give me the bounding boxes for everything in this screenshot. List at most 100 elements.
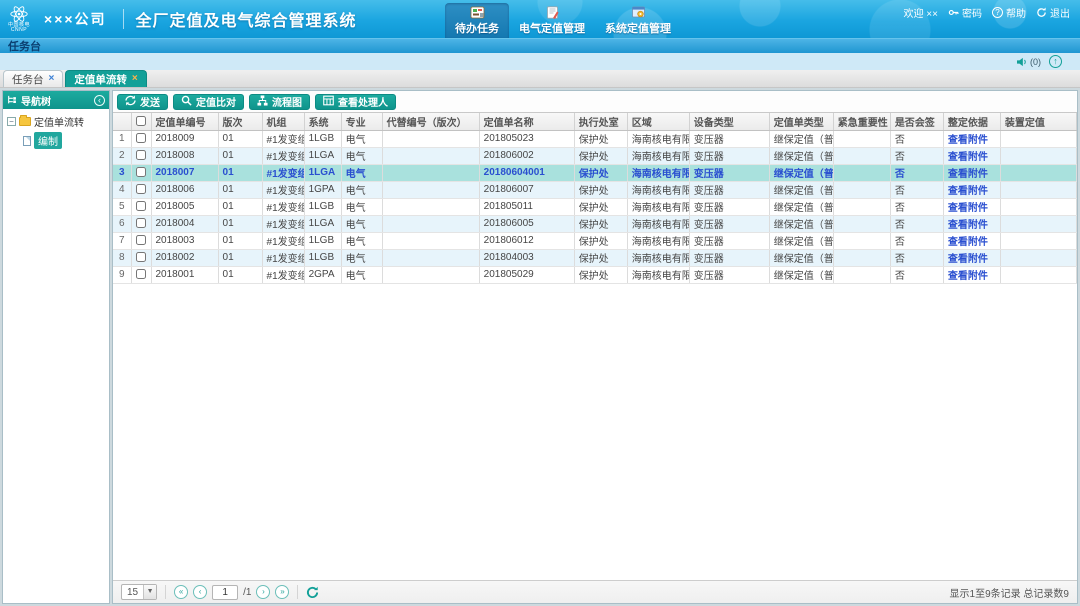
company-logo: 中国核电CNNP xyxy=(8,5,30,33)
tree-node-child[interactable]: 编制 xyxy=(23,132,105,149)
table-row[interactable]: 4201800601#1发变组1GPA电气201806007保护处海南核电有限公… xyxy=(113,181,1077,198)
定值比对-button[interactable]: 定值比对 xyxy=(173,94,244,110)
sound-notice-button[interactable]: (0) xyxy=(1016,57,1041,67)
row-number-cell: 7 xyxy=(113,232,131,249)
tab-定值单流转[interactable]: 定值单流转× xyxy=(65,70,146,87)
next-page-button[interactable]: › xyxy=(256,585,270,599)
tab-任务台[interactable]: 任务台 × xyxy=(3,70,63,87)
system-setting-icon xyxy=(631,6,646,19)
refresh-icon xyxy=(306,586,319,599)
cell-area: 海南核电有限公司 xyxy=(627,232,689,249)
cell-replace xyxy=(382,181,479,198)
view-attachment-link[interactable]: 查看附件 xyxy=(948,271,988,282)
cell-type: 继保定值（普通） xyxy=(769,198,833,215)
password-button[interactable]: 密码 xyxy=(948,5,982,20)
tree-icon xyxy=(7,95,17,105)
last-page-button[interactable]: » xyxy=(275,585,289,599)
first-page-button[interactable]: « xyxy=(174,585,188,599)
cell-unit: #1发变组 xyxy=(262,164,304,181)
total-pages-label: /1 xyxy=(243,587,251,598)
table-row[interactable]: 2201800801#1发变组1LGA电气201806002保护处海南核电有限公… xyxy=(113,147,1077,164)
cell-id: 2018004 xyxy=(151,215,218,232)
table-row[interactable]: 1201800901#1发变组1LGB电气201805023保护处海南核电有限公… xyxy=(113,130,1077,147)
nav-item-电气定值管理[interactable]: 电气定值管理 xyxy=(509,3,595,38)
cell-system: 1LGB xyxy=(304,130,341,147)
refresh-button[interactable] xyxy=(306,586,319,599)
view-attachment-link[interactable]: 查看附件 xyxy=(948,237,988,248)
nav-item-待办任务[interactable]: 待办任务 xyxy=(445,3,509,38)
table-row[interactable]: 3201800701#1发变组1LGA电气20180604001保护处海南核电有… xyxy=(113,164,1077,181)
row-checkbox[interactable] xyxy=(136,167,146,177)
nav-item-系统定值管理[interactable]: 系统定值管理 xyxy=(595,3,681,38)
view-attachment-link[interactable]: 查看附件 xyxy=(948,203,988,214)
data-grid-wrap: 定值单编号版次机组系统专业代替编号（版次）定值单名称执行处室区域设备类型定值单类… xyxy=(113,112,1077,580)
select-all-checkbox[interactable] xyxy=(136,116,146,126)
view-attachment-link[interactable]: 查看附件 xyxy=(948,254,988,265)
cell-major: 电气 xyxy=(341,181,382,198)
page-size-select[interactable]: 15 ▼ xyxy=(121,584,157,600)
cell-dept: 保护处 xyxy=(574,249,627,266)
flowchart-icon xyxy=(257,95,268,109)
view-attachment-link[interactable]: 查看附件 xyxy=(948,169,988,180)
row-checkbox[interactable] xyxy=(136,235,146,245)
tab-label: 任务台 xyxy=(12,72,44,87)
cell-dept: 保护处 xyxy=(574,147,627,164)
table-row[interactable]: 9201800101#1发变组2GPA电气201805029保护处海南核电有限公… xyxy=(113,266,1077,283)
folder-icon xyxy=(19,117,31,126)
column-header: 定值单名称 xyxy=(479,113,574,130)
cell-replace xyxy=(382,164,479,181)
cell-system: 1GPA xyxy=(304,181,341,198)
row-select-cell xyxy=(131,181,151,198)
view-attachment-link[interactable]: 查看附件 xyxy=(948,186,988,197)
prev-page-button[interactable]: ‹ xyxy=(193,585,207,599)
toolbar-button-label: 定值比对 xyxy=(196,94,236,109)
tree-node-root[interactable]: − 定值单流转 xyxy=(7,114,105,129)
table-row[interactable]: 6201800401#1发变组1LGA电气201806005保护处海南核电有限公… xyxy=(113,215,1077,232)
cell-area: 海南核电有限公司 xyxy=(627,215,689,232)
row-checkbox[interactable] xyxy=(136,269,146,279)
page-number-input[interactable] xyxy=(212,585,238,600)
row-checkbox[interactable] xyxy=(136,150,146,160)
cell-replace xyxy=(382,215,479,232)
toolbar: 发送 定值比对流程图查看处理人 xyxy=(113,91,1077,112)
table-row[interactable]: 5201800501#1发变组1LGB电气201805011保护处海南核电有限公… xyxy=(113,198,1077,215)
close-icon[interactable]: × xyxy=(49,74,55,84)
cell-countersign: 否 xyxy=(890,181,943,198)
cell-urgency xyxy=(833,232,890,249)
table-row[interactable]: 8201800201#1发变组1LGB电气201804003保护处海南核电有限公… xyxy=(113,249,1077,266)
help-button[interactable]: ? 帮助 xyxy=(992,5,1026,20)
cell-device: 变压器 xyxy=(689,130,769,147)
view-attachment-link[interactable]: 查看附件 xyxy=(948,135,988,146)
company-name: ×××公司 xyxy=(44,9,107,29)
scroll-top-button[interactable]: ↑ xyxy=(1049,55,1062,68)
column-header: 执行处室 xyxy=(574,113,627,130)
row-checkbox[interactable] xyxy=(136,133,146,143)
sidebar-collapse-button[interactable]: ‹ xyxy=(94,95,105,106)
row-number-cell: 8 xyxy=(113,249,131,266)
tree-expander-icon[interactable]: − xyxy=(7,117,16,126)
row-checkbox[interactable] xyxy=(136,252,146,262)
流程图-button[interactable]: 流程图 xyxy=(249,94,310,110)
pager-divider xyxy=(297,585,298,599)
cell-device-value xyxy=(1000,198,1076,215)
brand-area: 中国核电CNNP ×××公司 全厂定值及电气综合管理系统 xyxy=(0,5,357,33)
cell-name: 201806002 xyxy=(479,147,574,164)
logout-button[interactable]: 退出 xyxy=(1036,5,1070,20)
发送-button[interactable]: 发送 xyxy=(117,94,168,110)
cell-device: 变压器 xyxy=(689,198,769,215)
cell-name: 201806005 xyxy=(479,215,574,232)
cell-device-value xyxy=(1000,266,1076,283)
view-attachment-link[interactable]: 查看附件 xyxy=(948,152,988,163)
view-attachment-link[interactable]: 查看附件 xyxy=(948,220,988,231)
cell-countersign: 否 xyxy=(890,147,943,164)
row-checkbox[interactable] xyxy=(136,201,146,211)
row-checkbox[interactable] xyxy=(136,218,146,228)
table-row[interactable]: 7201800301#1发变组1LGB电气201806012保护处海南核电有限公… xyxy=(113,232,1077,249)
查看处理人-button[interactable]: 查看处理人 xyxy=(315,94,396,110)
row-checkbox[interactable] xyxy=(136,184,146,194)
cell-system: 1LGA xyxy=(304,215,341,232)
send-icon xyxy=(125,95,136,109)
close-icon[interactable]: × xyxy=(132,74,138,84)
cell-device: 变压器 xyxy=(689,181,769,198)
content-panel: 发送 定值比对流程图查看处理人 定值单编号版次机组系统专业代替编号（版次）定值单名… xyxy=(112,90,1078,604)
